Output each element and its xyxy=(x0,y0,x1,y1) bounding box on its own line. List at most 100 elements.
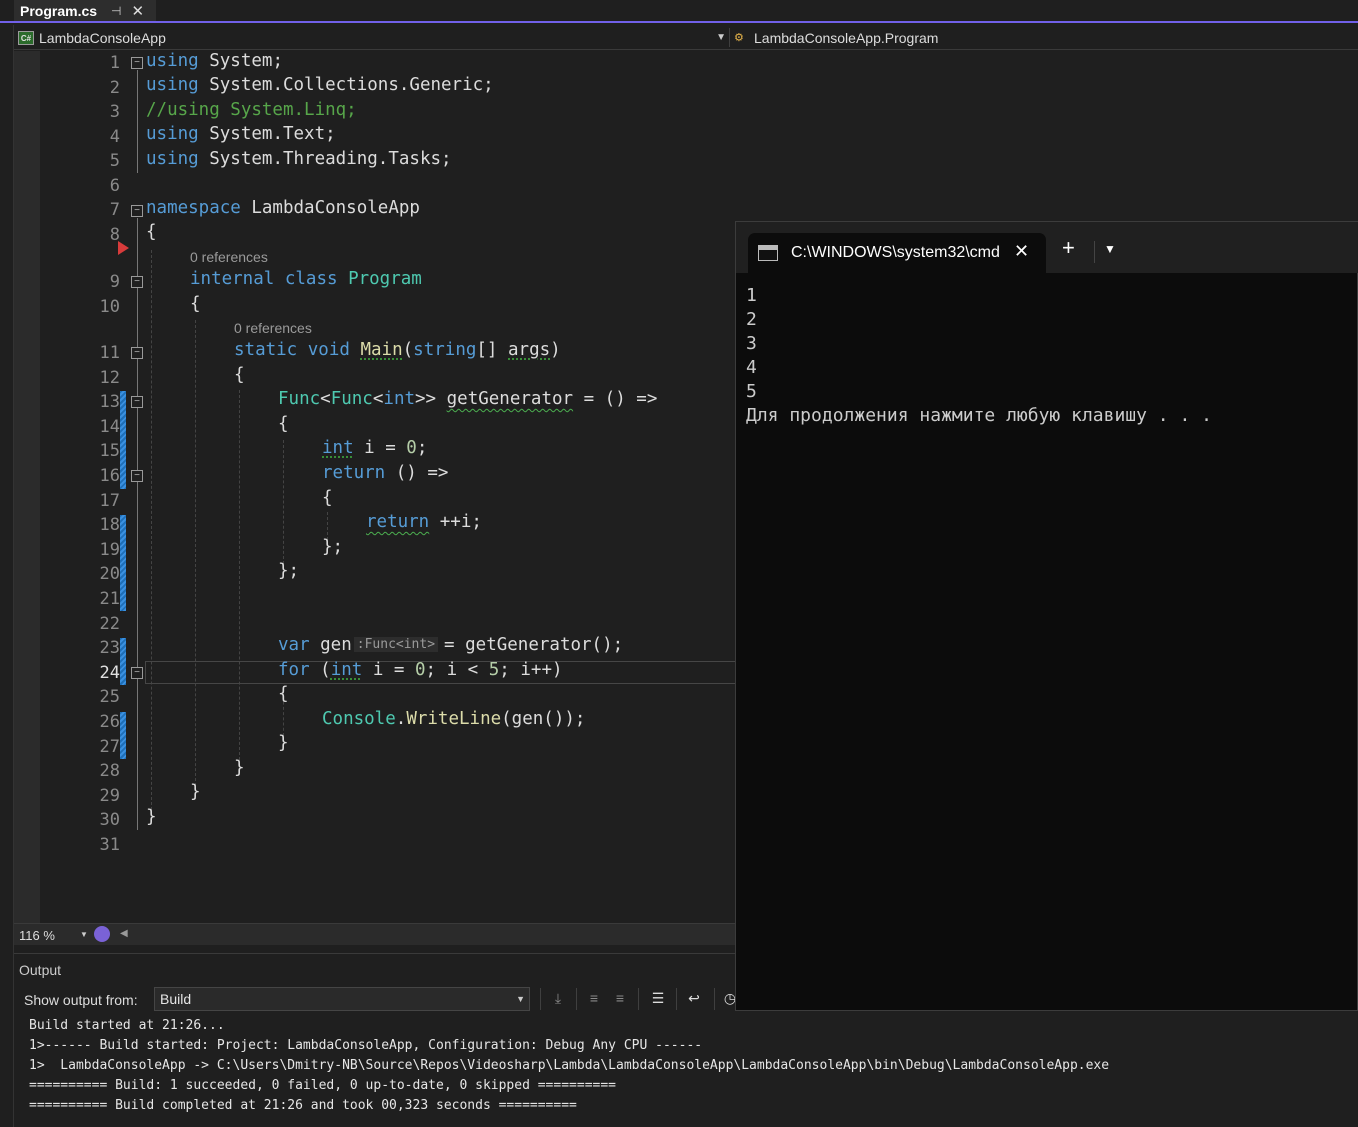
code-line-12: { xyxy=(234,365,245,385)
find-message-icon[interactable]: ⤓ xyxy=(548,990,568,1008)
chevron-down-icon[interactable]: ▼ xyxy=(80,930,88,939)
breakpoint-arrow-icon xyxy=(118,241,129,255)
line-number: 27 xyxy=(99,737,120,757)
code-line-18: return ++i; xyxy=(366,512,482,532)
output-line: ========== Build completed at 21:26 and … xyxy=(29,1098,577,1113)
line-number: 8 xyxy=(109,225,120,245)
console-output: 1 2 3 4 5 Для продолжения нажмите любую … xyxy=(746,284,1212,428)
divider xyxy=(638,988,639,1010)
collapse-icon[interactable]: − xyxy=(131,470,143,482)
code-line-17: { xyxy=(322,488,333,508)
line-number: 28 xyxy=(99,761,120,781)
console-tab-title: C:\WINDOWS\system32\cmd.exe xyxy=(791,244,1001,261)
codelens-references[interactable]: 0 references xyxy=(234,320,312,336)
previous-message-icon[interactable]: ≡ xyxy=(584,990,604,1008)
zoom-level[interactable]: 116 % xyxy=(19,928,55,943)
console-title-bar: C:\WINDOWS\system32\cmd.exe ✕ + ▼ xyxy=(736,222,1358,273)
code-line-4: using System.Text; xyxy=(146,124,336,144)
document-tab-strip: Program.cs ⊣ ✕ xyxy=(0,0,1358,23)
indent-guide xyxy=(151,250,152,810)
code-line-29: } xyxy=(190,782,201,802)
line-number: 13 xyxy=(99,392,120,412)
console-line: Для продолжения нажмите любую клавишу . … xyxy=(746,405,1212,426)
console-window[interactable]: C:\WINDOWS\system32\cmd.exe ✕ + ▼ 1 2 3 … xyxy=(735,221,1358,1011)
close-icon[interactable]: ✕ xyxy=(132,2,145,20)
line-number: 23 xyxy=(99,638,120,658)
collapse-icon[interactable]: − xyxy=(131,276,143,288)
output-source-select[interactable]: Build ▼ xyxy=(154,987,530,1011)
code-line-28: } xyxy=(234,758,245,778)
tab-program-cs[interactable]: Program.cs ⊣ ✕ xyxy=(14,0,156,21)
line-number: 1 xyxy=(109,53,120,73)
next-message-icon[interactable]: ≡ xyxy=(610,990,630,1008)
line-number: 7 xyxy=(109,200,120,220)
line-number: 10 xyxy=(99,297,120,317)
line-number: 30 xyxy=(99,810,120,830)
scroll-left-icon[interactable]: ◀ xyxy=(120,928,128,939)
console-tab[interactable]: C:\WINDOWS\system32\cmd.exe ✕ xyxy=(748,233,1046,273)
indent-guide xyxy=(195,320,196,786)
code-line-2: using System.Collections.Generic; xyxy=(146,75,494,95)
console-line: 4 xyxy=(746,357,757,378)
line-number: 17 xyxy=(99,491,120,511)
indent-guide xyxy=(283,440,284,564)
project-name: LambdaConsoleApp xyxy=(39,30,166,46)
code-line-11: static void Main(string[] args) xyxy=(234,340,561,360)
line-number: 14 xyxy=(99,417,120,437)
project-dropdown[interactable]: C# LambdaConsoleApp ▼ xyxy=(18,28,726,48)
word-wrap-icon[interactable]: ↩ xyxy=(684,990,704,1008)
console-line: 2 xyxy=(746,309,757,330)
type-dropdown[interactable]: ⚙ LambdaConsoleApp.Program xyxy=(734,28,938,48)
indicator-margin xyxy=(14,51,40,923)
change-marker xyxy=(120,391,126,489)
code-line-15: int i = 0; xyxy=(322,438,428,458)
code-line-7: namespace LambdaConsoleApp xyxy=(146,198,420,218)
code-line-30: } xyxy=(146,807,157,827)
divider xyxy=(729,28,730,47)
line-number: 3 xyxy=(109,102,120,122)
line-number: 29 xyxy=(99,786,120,806)
collapse-icon[interactable]: − xyxy=(131,347,143,359)
console-line: 1 xyxy=(746,285,757,306)
line-number: 25 xyxy=(99,687,120,707)
line-number: 26 xyxy=(99,712,120,732)
collapse-icon[interactable]: − xyxy=(131,205,143,217)
code-line-26: Console.WriteLine(gen()); xyxy=(322,709,586,729)
line-number: 11 xyxy=(99,343,120,363)
left-tool-strip xyxy=(0,25,14,1127)
code-line-9: internal class Program xyxy=(190,269,422,289)
line-number: 12 xyxy=(99,368,120,388)
class-icon: ⚙ xyxy=(734,32,744,44)
fold-line xyxy=(137,70,138,173)
line-number: 2 xyxy=(109,78,120,98)
chevron-down-icon[interactable]: ▼ xyxy=(1104,242,1116,256)
editor-status-bar: 116 % ▼ ◀ xyxy=(14,923,736,945)
chevron-down-icon: ▼ xyxy=(516,994,525,1004)
collapse-icon[interactable]: − xyxy=(131,396,143,408)
tab-title: Program.cs xyxy=(20,2,98,19)
divider xyxy=(576,988,577,1010)
line-number: 21 xyxy=(99,589,120,609)
copilot-icon[interactable] xyxy=(94,926,110,942)
close-icon[interactable]: ✕ xyxy=(1014,241,1029,262)
collapse-icon[interactable]: − xyxy=(131,667,143,679)
new-tab-button[interactable]: + xyxy=(1062,237,1075,259)
clear-all-icon[interactable]: ☰ xyxy=(648,990,668,1008)
line-number: 4 xyxy=(109,127,120,147)
output-line: Build started at 21:26... xyxy=(29,1018,225,1033)
collapse-icon[interactable]: − xyxy=(131,57,143,69)
pin-icon[interactable]: ⊣ xyxy=(111,4,121,18)
code-line-1: using System; xyxy=(146,51,283,71)
fold-line xyxy=(137,218,138,830)
line-number: 5 xyxy=(109,151,120,171)
codelens-references[interactable]: 0 references xyxy=(190,249,268,265)
output-line: 1>------ Build started: Project: LambdaC… xyxy=(29,1038,703,1053)
code-line-5: using System.Threading.Tasks; xyxy=(146,149,452,169)
code-line-20: }; xyxy=(278,561,300,581)
output-source-value: Build xyxy=(160,991,192,1007)
code-line-27: } xyxy=(278,733,289,753)
line-number-current: 24 xyxy=(99,663,120,683)
code-editor[interactable]: 1 2 3 4 5 6 7 8 9 10 11 12 13 14 15 16 1… xyxy=(40,51,736,923)
line-number: 15 xyxy=(99,441,120,461)
line-number: 31 xyxy=(99,835,120,855)
